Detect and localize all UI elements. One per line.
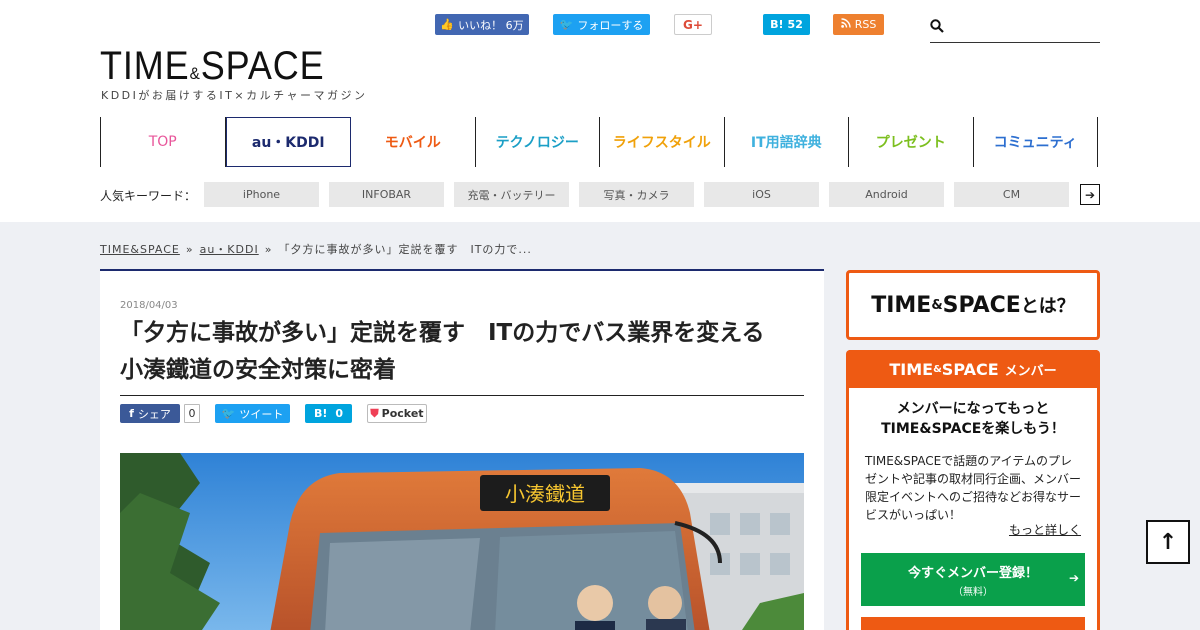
arrow-right-icon: ➔: [1068, 571, 1079, 585]
search-icon[interactable]: [930, 19, 944, 33]
nav-top[interactable]: TOP: [101, 117, 226, 167]
keywords-more-arrow-icon[interactable]: ➔: [1080, 184, 1100, 205]
article-hero-image: 小湊鐵道: [120, 453, 804, 630]
member-login-button[interactable]: [861, 617, 1085, 630]
member-register-button[interactable]: 今すぐメンバー登録！ （無料） ➔: [861, 553, 1085, 606]
breadcrumb-current: 「夕方に事故が多い」定説を覆す ITの力で...: [278, 243, 532, 256]
breadcrumb-category[interactable]: au・KDDI: [200, 243, 259, 256]
twitter-follow-button[interactable]: 🐦 フォローする: [553, 14, 650, 35]
twitter-bird-icon: 🐦: [559, 18, 574, 31]
member-widget-description: TIME&SPACEで話題のアイテムのプレゼントや記事の取材同行企画、メンバー限…: [865, 454, 1082, 522]
member-widget-header: TIME & SPACE メンバー: [849, 350, 1097, 388]
member-widget: TIME & SPACE メンバー メンバーになってもっと TIME&SPACEを楽し…: [846, 350, 1100, 630]
facebook-like-button[interactable]: 👍 いいね！ 6万: [435, 14, 529, 35]
nav-it-dictionary[interactable]: IT用語辞典: [725, 117, 849, 167]
article-panel: 2018/04/03 「夕方に事故が多い」定説を覆す ITの力でバス業界を変える…: [100, 269, 824, 630]
arrow-up-icon: ↑: [1158, 529, 1178, 555]
pocket-button[interactable]: ⛊ Pocket: [367, 404, 427, 423]
keyword-tag[interactable]: Android: [829, 182, 944, 207]
keyword-tag[interactable]: INFOBAR: [329, 182, 444, 207]
main-nav: TOP au・KDDI モバイル テクノロジー ライフスタイル IT用語辞典 プ…: [100, 117, 1098, 167]
keyword-tag[interactable]: 充電・バッテリー: [454, 182, 569, 207]
nav-present[interactable]: プレゼント: [849, 117, 974, 167]
site-header: 👍 いいね！ 6万 🐦 フォローする G+ B! 52 RSS TIME&SPACE …: [0, 0, 1200, 222]
facebook-share-count: 0: [184, 404, 200, 423]
hatena-icon: B!: [770, 18, 784, 31]
twitter-bird-icon: 🐦: [221, 407, 236, 420]
article-title: 「夕方に事故が多い」定説を覆す ITの力でバス業界を変える 小湊鐵道の安全対策に…: [120, 315, 804, 396]
hatena-icon: B!: [313, 407, 328, 420]
search-input[interactable]: [952, 16, 1098, 40]
breadcrumb: TIME&SPACE» au・KDDI» 「夕方に事故が多い」定説を覆す ITの力で…: [100, 243, 532, 256]
nav-community[interactable]: コミュニティ: [974, 117, 1098, 167]
keyword-tag[interactable]: iPhone: [204, 182, 319, 207]
about-time-space-banner[interactable]: TIME & SPACE とは？: [846, 270, 1100, 340]
rss-icon: [840, 18, 851, 31]
bus-destination-sign: 小湊鐵道: [505, 482, 585, 506]
keyword-tag[interactable]: CM: [954, 182, 1069, 207]
breadcrumb-home[interactable]: TIME&SPACE: [100, 243, 180, 256]
keyword-tag[interactable]: 写真・カメラ: [579, 182, 694, 207]
tweet-button[interactable]: 🐦 ツイート: [215, 404, 290, 423]
facebook-icon: f: [129, 407, 134, 420]
back-to-top-button[interactable]: ↑: [1146, 520, 1190, 564]
site-tagline: KDDIがお届けするIT×カルチャーマガジン: [101, 89, 368, 102]
rss-button[interactable]: RSS: [833, 14, 884, 35]
nav-technology[interactable]: テクノロジー: [476, 117, 600, 167]
pocket-icon: ⛊: [370, 406, 379, 420]
member-widget-title: メンバーになってもっと TIME&SPACEを楽しもう！: [881, 401, 1065, 437]
popular-keywords-label: 人気キーワード：: [100, 189, 197, 203]
facebook-share-button[interactable]: f シェア: [120, 404, 180, 423]
keyword-tag[interactable]: iOS: [704, 182, 819, 207]
hatena-share-button[interactable]: B! 0: [305, 404, 352, 423]
share-buttons: f シェア 0 🐦 ツイート B! 0 ⛊ Pocket: [120, 404, 804, 424]
google-plus-button[interactable]: G+: [674, 14, 712, 35]
hatena-bookmark-button[interactable]: B! 52: [763, 14, 810, 35]
nav-mobile[interactable]: モバイル: [351, 117, 476, 167]
search-box: [930, 14, 1100, 43]
article-date: 2018/04/03: [120, 300, 178, 311]
popular-keywords: 人気キーワード： iPhone INFOBAR 充電・バッテリー 写真・カメラ …: [100, 182, 1100, 207]
nav-au-kddi[interactable]: au・KDDI: [225, 117, 351, 167]
thumbs-up-icon: 👍: [440, 18, 455, 31]
member-more-link[interactable]: もっと詳しく: [1009, 521, 1081, 538]
nav-lifestyle[interactable]: ライフスタイル: [600, 117, 725, 167]
